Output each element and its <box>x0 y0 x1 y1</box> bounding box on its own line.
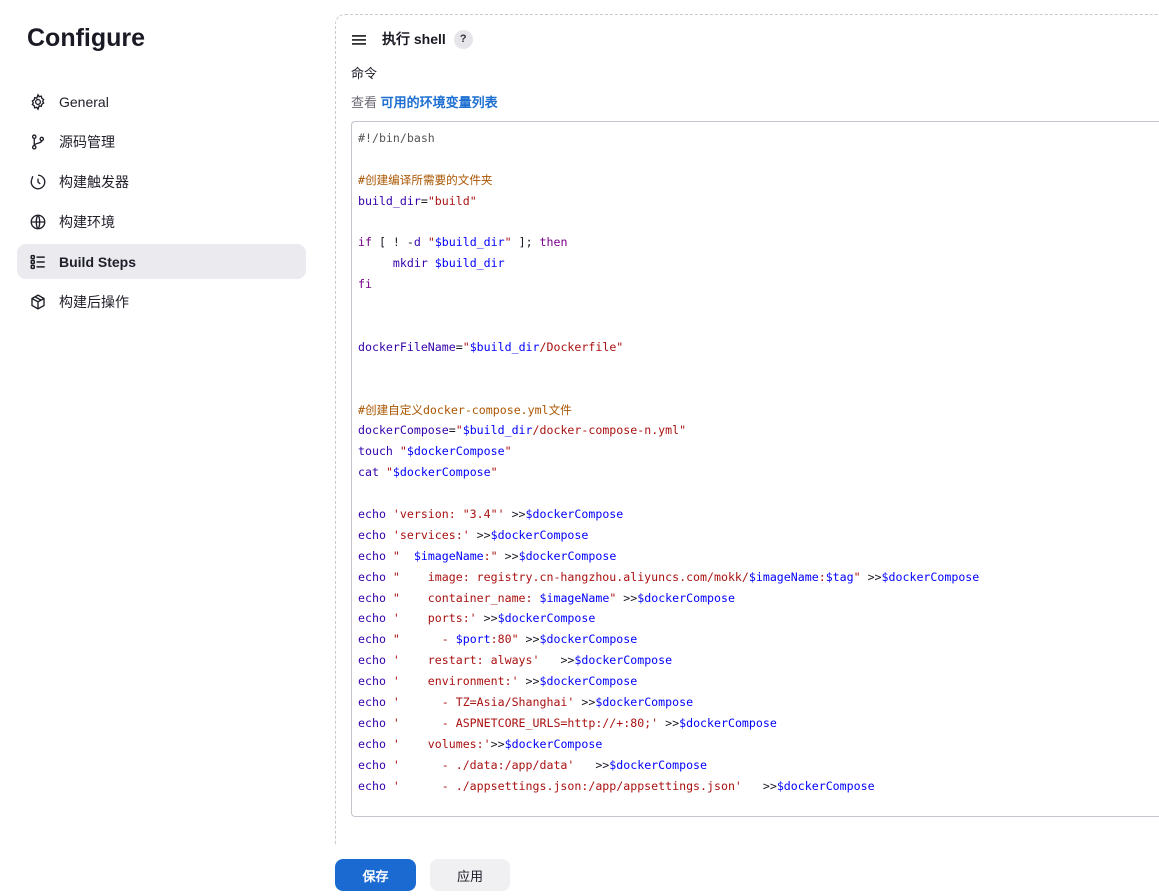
code-content[interactable]: #!/bin/bash #创建编译所需要的文件夹 build_dir="build… <box>352 122 1159 797</box>
sidebar-item-label: 构建环境 <box>59 213 115 230</box>
sidebar-nav: General 源码管理 构建触发器 构建环境 Build Steps 构建后操… <box>17 84 306 324</box>
code-line: echo 'services:' >>$dockerCompose <box>358 527 589 542</box>
sidebar-item-triggers[interactable]: 构建触发器 <box>17 164 306 199</box>
code-line: fi <box>358 277 372 292</box>
page-title: Configure <box>27 24 146 52</box>
code-line: dockerFileName="$build_dir/Dockerfile" <box>358 339 624 354</box>
sidebar-item-label: 构建触发器 <box>59 173 129 190</box>
drag-handle-icon[interactable] <box>351 33 367 45</box>
code-line: #创建编译所需要的文件夹 <box>358 172 493 187</box>
branch-icon <box>29 133 47 151</box>
sidebar-item-label: Build Steps <box>59 253 137 270</box>
code-line: echo ' - ./data:/app/data' >>$dockerComp… <box>358 757 708 772</box>
shell-command-editor[interactable]: #!/bin/bash #创建编译所需要的文件夹 build_dir="build… <box>351 121 1159 817</box>
code-line: echo ' volumes:'>>$dockerCompose <box>358 736 603 751</box>
sidebar-item-label: 源码管理 <box>59 133 115 150</box>
code-line: echo ' environment:' >>$dockerCompose <box>358 674 638 689</box>
sidebar-item-scm[interactable]: 源码管理 <box>17 124 306 159</box>
globe-icon <box>29 213 47 231</box>
code-line: echo " $imageName:" >>$dockerCompose <box>358 548 617 563</box>
sidebar-item-environment[interactable]: 构建环境 <box>17 204 306 239</box>
code-line: mkdir $build_dir <box>392 256 505 271</box>
env-vars-line: 查看 可用的环境变量列表 <box>351 92 498 111</box>
help-icon[interactable]: ? <box>453 29 473 49</box>
step-header: 执行 shell ? <box>351 28 473 50</box>
gear-icon <box>29 92 47 111</box>
list-icon <box>29 253 47 271</box>
bottom-action-bar: 保存 应用 <box>320 845 1159 896</box>
code-line: echo " - $port:80" >>$dockerCompose <box>358 632 638 647</box>
env-vars-link[interactable]: 可用的环境变量列表 <box>381 95 498 110</box>
sidebar-item-post-build[interactable]: 构建后操作 <box>17 284 306 319</box>
code-line: if [ ! -d "$build_dir" ]; then <box>358 235 568 250</box>
code-line: echo ' - ./appsettings.json:/app/appsett… <box>358 778 875 793</box>
timer-icon <box>29 173 47 191</box>
build-step-panel: 执行 shell ? 命令 查看 可用的环境变量列表 #!/bin/bash #… <box>335 14 1159 845</box>
sidebar-item-build-steps[interactable]: Build Steps <box>17 244 306 279</box>
code-line: echo ' restart: always' >>$dockerCompose <box>358 653 673 668</box>
code-line: echo ' ports:' >>$dockerCompose <box>358 611 596 626</box>
code-line: echo ' - ASPNETCORE_URLS=http://+:80;' >… <box>358 715 777 730</box>
sidebar: Configure General 源码管理 构建触发器 构建环境 Build … <box>0 0 320 896</box>
code-line: dockerCompose="$build_dir/docker-compose… <box>358 423 687 438</box>
command-label: 命令 <box>351 66 378 81</box>
code-line: echo 'version: "3.4"' >>$dockerCompose <box>358 507 624 522</box>
code-line: #创建自定义docker-compose.yml文件 <box>358 402 572 417</box>
sidebar-item-general[interactable]: General <box>17 84 306 119</box>
code-line: touch "$dockerCompose" <box>358 444 512 459</box>
code-line: echo " container_name: $imageName" >>$do… <box>358 590 735 605</box>
code-line: echo " image: registry.cn-hangzhou.aliyu… <box>358 569 980 584</box>
code-line: echo ' - TZ=Asia/Shanghai' >>$dockerComp… <box>358 695 694 710</box>
code-line: #!/bin/bash <box>358 131 435 145</box>
env-prefix: 查看 <box>351 95 378 110</box>
step-title: 执行 shell <box>382 31 446 47</box>
code-line: build_dir="build" <box>358 193 477 208</box>
sidebar-item-label: General <box>59 93 109 110</box>
package-icon <box>29 293 47 311</box>
apply-button[interactable]: 应用 <box>430 859 510 891</box>
code-line: cat "$dockerCompose" <box>358 465 498 480</box>
sidebar-item-label: 构建后操作 <box>59 293 129 310</box>
save-button[interactable]: 保存 <box>335 859 416 891</box>
